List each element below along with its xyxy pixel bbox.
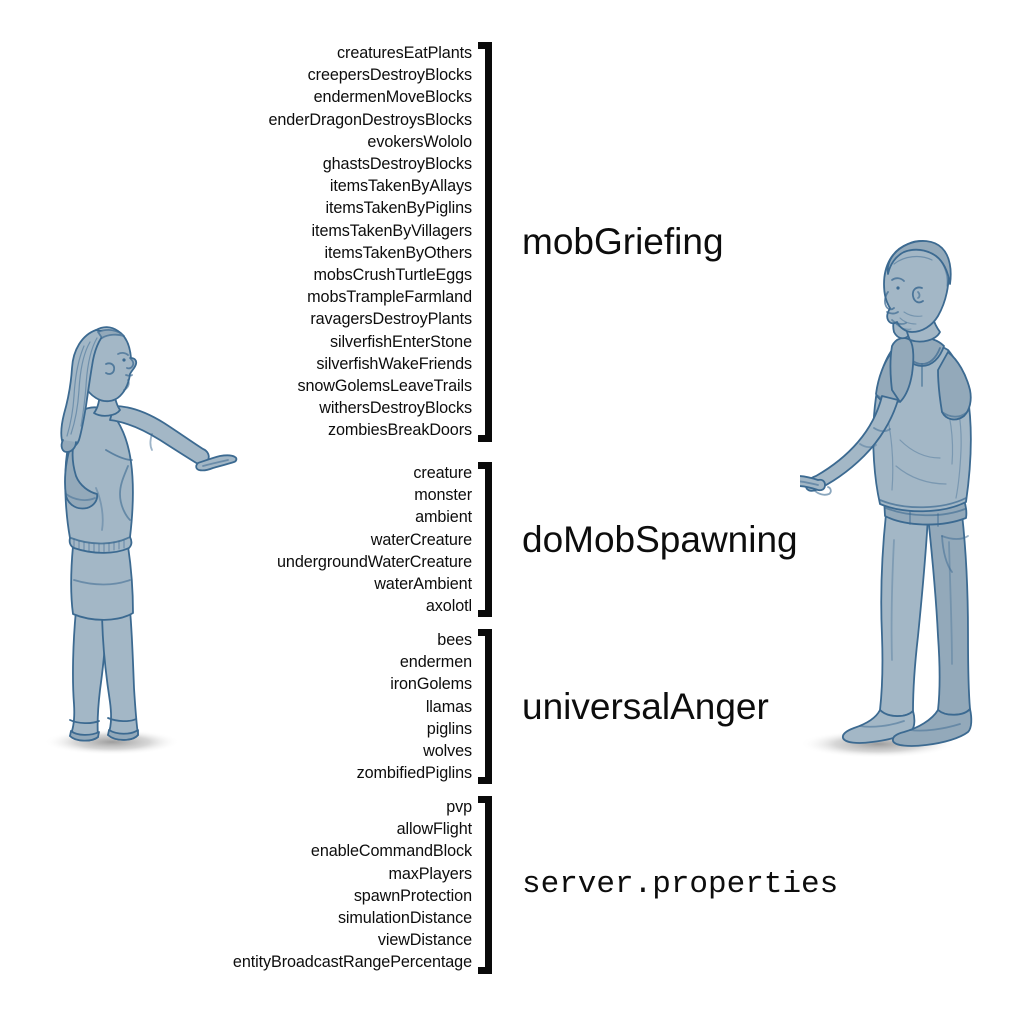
man-shadow [800,730,956,758]
list-item: silverfishEnterStone [330,332,472,351]
group-label-domobspawning: doMobSpawning [522,519,798,561]
list-item: creepersDestroyBlocks [307,66,472,85]
group-label-serverproperties: server.properties [522,867,839,903]
group-label-mobgriefing: mobGriefing [522,221,724,263]
group-serverproperties: pvp allowFlight enableCommandBlock maxPl… [206,796,838,974]
diagram-canvas: creaturesEatPlants creepersDestroyBlocks… [0,0,1024,1024]
group-bracket [478,462,492,618]
list-item: maxPlayers [388,864,472,883]
group-domobspawning-items: creature monster ambient waterCreature u… [206,462,478,617]
group-universalanger: bees endermen ironGolems llamas piglins … [206,629,769,785]
list-item: viewDistance [377,931,472,950]
list-item: ghastsDestroyBlocks [322,155,472,174]
list-item: endermen [399,653,472,672]
list-item: enableCommandBlock [310,842,472,861]
list-item: silverfishWakeFriends [316,354,472,373]
list-item: allowFlight [396,820,472,839]
list-item: itemsTakenByOthers [324,243,472,262]
group-mobgriefing: creaturesEatPlants creepersDestroyBlocks… [206,42,724,442]
list-item: itemsTakenByVillagers [311,221,473,240]
group-domobspawning: creature monster ambient waterCreature u… [206,462,798,618]
list-item: creature [413,464,472,482]
list-item: mobsCrushTurtleEggs [313,266,472,285]
list-item: entityBroadcastRangePercentage [232,953,472,972]
woman-shadow [44,729,180,755]
list-item: llamas [425,697,472,716]
list-item: waterCreature [370,530,472,549]
group-bracket [478,42,492,442]
list-item: mobsTrampleFarmland [307,288,472,307]
list-item: enderDragonDestroysBlocks [268,110,472,129]
list-item: ironGolems [390,675,472,694]
list-item: piglins [426,719,472,738]
list-item: creaturesEatPlants [337,44,472,62]
list-item: withersDestroyBlocks [319,399,472,418]
list-item: spawnProtection [353,886,472,905]
group-bracket [478,796,492,974]
list-item: ravagersDestroyPlants [310,310,472,329]
group-serverproperties-items: pvp allowFlight enableCommandBlock maxPl… [206,796,478,974]
list-item: undergroundWaterCreature [277,552,472,571]
list-item: simulationDistance [337,909,472,928]
list-item: axolotl [425,597,472,616]
group-bracket [478,629,492,785]
list-item: itemsTakenByAllays [329,177,472,196]
list-item: zombifiedPiglins [356,764,472,783]
list-item: waterAmbient [374,575,472,594]
group-universalanger-items: bees endermen ironGolems llamas piglins … [206,629,478,784]
list-item: pvp [446,798,472,816]
figure-man-pointing-left [800,240,1010,790]
group-label-universalanger: universalAnger [522,686,769,728]
list-item: snowGolemsLeaveTrails [297,377,472,396]
list-item: zombiesBreakDoors [327,421,472,440]
list-item: endermenMoveBlocks [313,88,472,107]
list-item: evokersWololo [367,132,472,151]
list-item: itemsTakenByPiglins [325,199,472,218]
group-mobgriefing-items: creaturesEatPlants creepersDestroyBlocks… [206,42,478,442]
list-item: bees [437,631,472,649]
list-item: monster [414,486,472,505]
list-item: wolves [423,742,472,761]
list-item: ambient [415,508,472,527]
